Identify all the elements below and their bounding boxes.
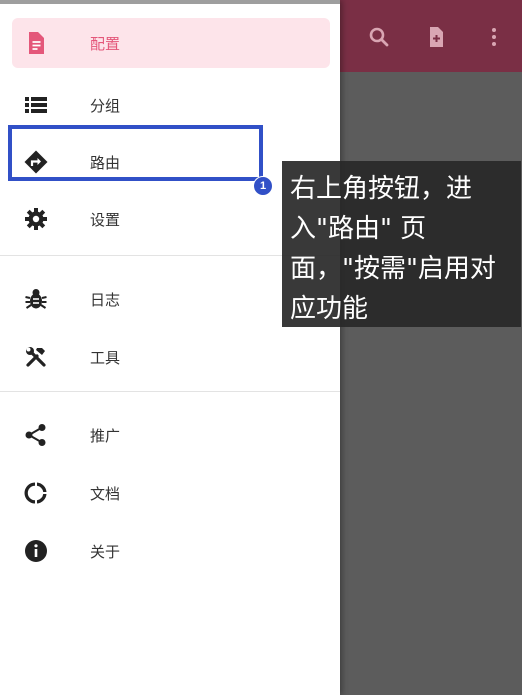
drawer-item-label: 分组 xyxy=(90,96,121,115)
file-document-icon xyxy=(24,31,48,55)
divider xyxy=(0,391,340,392)
search-icon[interactable] xyxy=(364,22,394,52)
drawer-item-label: 推广 xyxy=(90,426,121,445)
navigation-drawer: 配置 分组 路由 设置 日志 工具 推广 文档 关于 xyxy=(0,0,340,695)
list-icon xyxy=(24,93,48,117)
tools-icon xyxy=(24,345,48,369)
step-badge: 1 xyxy=(253,176,273,196)
drawer-item-label: 配置 xyxy=(90,34,121,53)
drawer-item-label: 工具 xyxy=(90,348,121,367)
app-bar xyxy=(340,0,522,72)
bug-icon xyxy=(24,287,48,311)
drawer-item-label: 关于 xyxy=(90,542,121,561)
drawer-item-label: 设置 xyxy=(90,210,121,229)
add-file-icon[interactable] xyxy=(421,22,451,52)
drawer-item-tools[interactable]: 工具 xyxy=(12,332,330,382)
gear-icon xyxy=(24,207,48,231)
tutorial-highlight-box xyxy=(8,125,263,181)
drawer-item-groups[interactable]: 分组 xyxy=(12,80,330,130)
drawer-item-label: 文档 xyxy=(90,484,121,503)
more-vert-icon[interactable] xyxy=(479,22,509,52)
tutorial-tooltip: 右上角按钮，进入"路由" 页面，"按需"启用对应功能 xyxy=(282,161,521,327)
drawer-item-label: 日志 xyxy=(90,290,121,309)
drawer-item-docs[interactable]: 文档 xyxy=(12,468,330,518)
drawer-item-about[interactable]: 关于 xyxy=(12,526,330,576)
drawer-item-promote[interactable]: 推广 xyxy=(12,410,330,460)
share-icon xyxy=(24,423,48,447)
drawer-item-config[interactable]: 配置 xyxy=(12,18,330,68)
donut-icon xyxy=(24,481,48,505)
info-icon xyxy=(24,539,48,563)
